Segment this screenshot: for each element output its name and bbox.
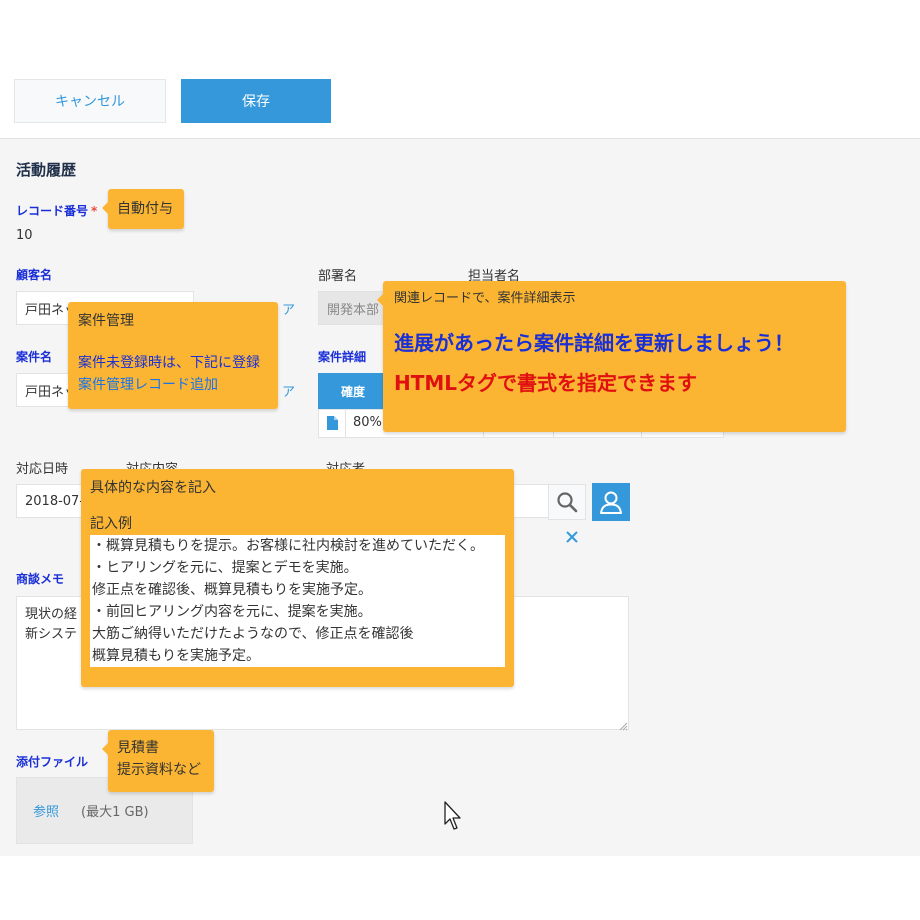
cancel-button[interactable]: キャンセル bbox=[14, 79, 166, 123]
tooltip-heading-blue: 進展があったら案件詳細を更新しましょう！ bbox=[394, 332, 835, 354]
probability-cell: 80% bbox=[353, 415, 382, 430]
tooltip-text: 自動付与 bbox=[117, 201, 173, 217]
tooltip-text: 記入例 bbox=[90, 513, 505, 535]
tooltip-text: 案件未登録時は、下記に登録 bbox=[78, 352, 268, 374]
tooltip-case-detail: 関連レコードで、案件詳細表示 進展があったら案件詳細を更新しましょう！ HTML… bbox=[383, 281, 846, 432]
close-icon[interactable] bbox=[566, 531, 578, 547]
user-icon bbox=[598, 489, 624, 515]
add-case-link[interactable]: 案件管理レコード追加 bbox=[78, 374, 268, 396]
search-icon bbox=[556, 491, 578, 513]
tooltip-text: 提示資料など bbox=[117, 759, 205, 781]
attachment-label: 添付ファイル bbox=[16, 753, 88, 770]
example-line: 修正点を確認後、概算見積もりを実施予定。 bbox=[92, 579, 503, 601]
example-line: ・概算見積もりを提示。お客様に社内検討を進めていただく。 bbox=[92, 535, 503, 557]
case-label: 案件名 bbox=[16, 348, 52, 365]
case-clear-link[interactable]: ア bbox=[282, 381, 295, 400]
customer-clear-link[interactable]: ア bbox=[282, 299, 295, 318]
search-button[interactable] bbox=[548, 484, 586, 520]
record-number-value: 10 bbox=[16, 228, 33, 243]
case-detail-label: 案件詳細 bbox=[318, 348, 366, 365]
mouse-cursor-icon bbox=[444, 801, 464, 835]
table-header-probability: 確度 bbox=[318, 373, 388, 409]
customer-label: 顧客名 bbox=[16, 266, 52, 283]
example-box: ・概算見積もりを提示。お客様に社内検討を進めていただく。 ・ヒアリングを元に、提… bbox=[90, 535, 505, 667]
example-line: 大筋ご納得いただけたようなので、修正点を確認後 bbox=[92, 623, 503, 645]
tooltip-auto-number: 自動付与 bbox=[108, 189, 184, 229]
tooltip-title: 案件管理 bbox=[78, 310, 268, 332]
example-line: ・前回ヒアリング内容を元に、提案を実施。 bbox=[92, 601, 503, 623]
tooltip-heading-red: HTMLタグで書式を指定できます bbox=[394, 372, 835, 394]
record-number-label: レコード番号* bbox=[16, 202, 97, 219]
tooltip-attachment: 見積書 提示資料など bbox=[108, 730, 214, 792]
date-label: 対応日時 bbox=[16, 458, 68, 477]
tooltip-text: 関連レコードで、案件詳細表示 bbox=[394, 288, 835, 310]
size-limit-text: (最大1 GB) bbox=[81, 801, 149, 820]
browse-link[interactable]: 参照 bbox=[33, 801, 59, 820]
document-icon[interactable] bbox=[327, 416, 338, 434]
tooltip-content-example: 具体的な内容を記入 記入例 ・概算見積もりを提示。お客様に社内検討を進めていただ… bbox=[81, 469, 514, 687]
user-select-button[interactable] bbox=[592, 483, 630, 521]
tooltip-text: 具体的な内容を記入 bbox=[90, 477, 505, 499]
memo-label: 商談メモ bbox=[16, 570, 64, 587]
tooltip-text: 見積書 bbox=[117, 737, 205, 759]
form-title: 活動履歴 bbox=[16, 159, 76, 180]
tooltip-case-management: 案件管理 案件未登録時は、下記に登録 案件管理レコード追加 bbox=[68, 302, 278, 409]
resize-handle-icon[interactable] bbox=[619, 720, 628, 735]
department-label: 部署名 bbox=[318, 265, 357, 284]
example-line: 概算見積もりを実施予定。 bbox=[92, 645, 503, 667]
example-line: ・ヒアリングを元に、提案とデモを実施。 bbox=[92, 557, 503, 579]
save-button[interactable]: 保存 bbox=[181, 79, 331, 123]
